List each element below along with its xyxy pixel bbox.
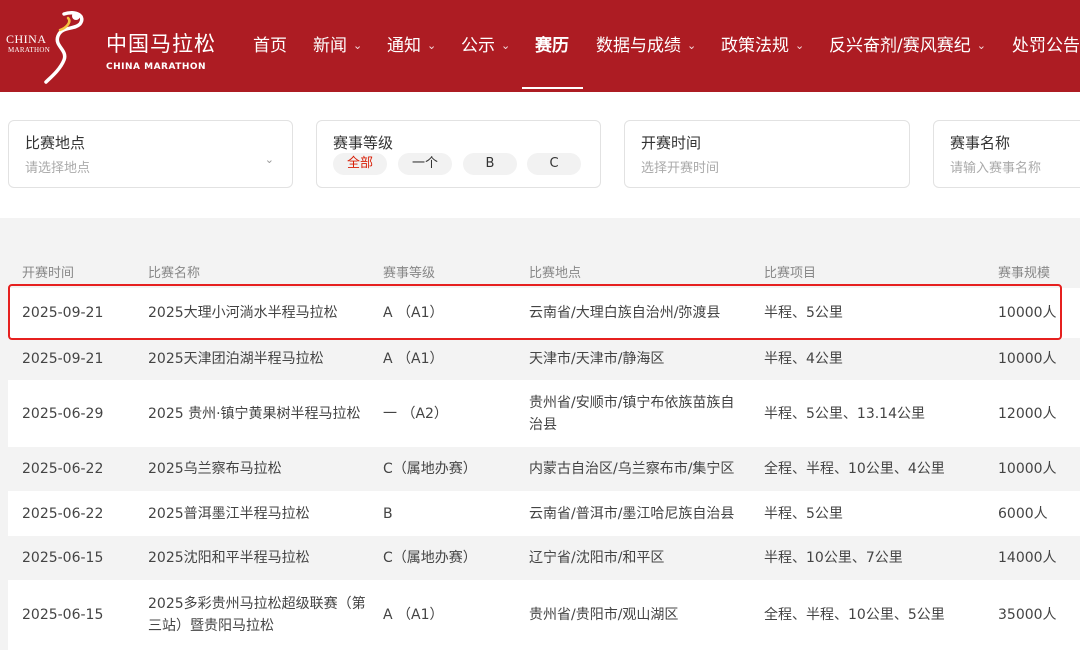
- chevron-down-icon: ⌄: [687, 39, 697, 52]
- level-chip-a[interactable]: 一个: [398, 153, 452, 175]
- cell-date: 2025-09-21: [22, 351, 104, 367]
- time-filter[interactable]: 开赛时间 选择开赛时间: [624, 120, 910, 188]
- cell-events: 半程、5公里、13.14公里: [764, 405, 925, 422]
- logo-title-en: CHINA MARATHON: [106, 62, 207, 72]
- table-row[interactable]: 2025-09-21 2025天津团泊湖半程马拉松 A （A1） 天津市/天津市/静海…: [8, 338, 1080, 380]
- cell-race-name[interactable]: 2025天津团泊湖半程马拉松: [148, 348, 370, 370]
- cell-date: 2025-06-15: [22, 607, 104, 623]
- cell-race-name[interactable]: 2025大理小河淌水半程马拉松: [148, 302, 370, 324]
- cell-level: A （A1）: [383, 351, 444, 367]
- cell-events: 全程、半程、10公里、5公里: [764, 607, 945, 623]
- cell-level: B: [383, 505, 393, 522]
- cell-date: 2025-06-22: [22, 461, 104, 477]
- cell-level: A （A1）: [383, 305, 444, 321]
- chevron-down-icon[interactable]: ⌄: [265, 153, 274, 166]
- nav-item-notice[interactable]: 通知 ⌄: [387, 31, 436, 56]
- cell-level: C（属地办赛）: [383, 461, 477, 477]
- chevron-down-icon: ⌄: [795, 39, 805, 52]
- cell-date: 2025-06-15: [22, 550, 104, 566]
- cell-level: A （A1）: [383, 607, 444, 623]
- cell-date: 2025-06-22: [22, 505, 104, 522]
- column-header-level: 赛事等级: [383, 266, 436, 281]
- cell-events: 半程、5公里: [764, 505, 843, 522]
- column-header-location: 比赛地点: [529, 266, 582, 281]
- table-row[interactable]: 2025-09-21 2025大理小河淌水半程马拉松 A （A1） 云南省/大理白族自…: [8, 288, 1080, 338]
- table-row[interactable]: 2025-06-15 2025多彩贵州马拉松超级联赛（第三站）暨贵阳马拉松 A （A…: [8, 580, 1080, 650]
- name-filter-input[interactable]: 请输入赛事名称: [950, 157, 1041, 176]
- location-filter-placeholder[interactable]: 请选择地点: [25, 157, 90, 176]
- cell-scale: 6000人: [998, 505, 1048, 522]
- cell-date: 2025-06-29: [22, 405, 104, 422]
- cell-events: 半程、4公里: [764, 351, 843, 367]
- cell-location: 云南省/普洱市/墨江哈尼族自治县: [529, 505, 735, 522]
- cell-scale: 12000人: [998, 405, 1057, 422]
- cell-location: 云南省/大理白族自治州/弥渡县: [529, 305, 721, 321]
- cell-race-name[interactable]: 2025普洱墨江半程马拉松: [148, 503, 370, 525]
- nav-item-calendar[interactable]: 赛历: [535, 31, 569, 56]
- cell-date: 2025-09-21: [22, 305, 104, 321]
- cell-level: C（属地办赛）: [383, 550, 477, 566]
- cell-scale: 10000人: [998, 351, 1057, 367]
- nav-item-anti-doping[interactable]: 反兴奋剂/赛风赛纪 ⌄: [829, 31, 986, 56]
- cell-scale: 10000人: [998, 305, 1057, 321]
- table-row[interactable]: 2025-06-15 2025沈阳和平半程马拉松 C（属地办赛） 辽宁省/沈阳市/和平…: [8, 536, 1080, 580]
- cell-location: 贵州省/贵阳市/观山湖区: [529, 607, 679, 623]
- nav-item-publicity[interactable]: 公示 ⌄: [461, 31, 510, 56]
- level-filter-label: 赛事等级: [333, 134, 394, 152]
- level-chip-b[interactable]: B: [463, 153, 517, 175]
- name-filter[interactable]: 赛事名称 请输入赛事名称: [933, 120, 1080, 188]
- level-chip-all[interactable]: 全部: [333, 153, 387, 175]
- nav-item-news[interactable]: 新闻 ⌄: [313, 31, 362, 56]
- cell-events: 半程、10公里、7公里: [764, 550, 903, 566]
- cell-scale: 35000人: [998, 607, 1057, 623]
- time-filter-placeholder[interactable]: 选择开赛时间: [641, 157, 719, 176]
- chevron-down-icon: ⌄: [501, 39, 511, 52]
- nav-item-home[interactable]: 首页: [253, 31, 287, 56]
- cell-level: 一 （A2）: [383, 405, 448, 422]
- cell-race-name[interactable]: 2025乌兰察布马拉松: [148, 458, 370, 480]
- time-filter-label: 开赛时间: [641, 134, 702, 152]
- chevron-down-icon: ⌄: [353, 39, 363, 52]
- column-header-name: 比赛名称: [148, 266, 201, 281]
- logo-title-cn: 中国马拉松: [106, 32, 216, 56]
- cell-location: 辽宁省/沈阳市/和平区: [529, 550, 665, 566]
- cell-location: 内蒙古自治区/乌兰察布市/集宁区: [529, 461, 735, 477]
- table-row[interactable]: 2025-06-22 2025普洱墨江半程马拉松 B 云南省/普洱市/墨江哈尼族自治县…: [8, 491, 1080, 536]
- table-header: 开赛时间 比赛名称 赛事等级 比赛地点 比赛项目 赛事规模: [8, 250, 1080, 288]
- column-header-events: 比赛项目: [764, 266, 817, 281]
- nav-item-data-results[interactable]: 数据与成绩 ⌄: [596, 31, 696, 56]
- cell-scale: 14000人: [998, 550, 1057, 566]
- cell-race-name[interactable]: 2025多彩贵州马拉松超级联赛（第三站）暨贵阳马拉松: [148, 593, 370, 637]
- table-row[interactable]: 2025-06-22 2025乌兰察布马拉松 C（属地办赛） 内蒙古自治区/乌兰察布市…: [8, 447, 1080, 491]
- cell-race-name[interactable]: 2025沈阳和平半程马拉松: [148, 547, 370, 569]
- filter-panel: 比赛地点 请选择地点 ⌄ 赛事等级 全部 一个 B C 开赛时间 选择开赛时间 …: [0, 92, 1080, 218]
- cell-events: 全程、半程、10公里、4公里: [764, 461, 945, 477]
- chevron-down-icon: ⌄: [976, 39, 986, 52]
- logo-mark-marathon: MARATHON: [8, 46, 51, 54]
- column-header-scale: 赛事规模: [998, 266, 1051, 281]
- cell-scale: 10000人: [998, 461, 1057, 477]
- active-nav-underline: [522, 87, 583, 89]
- location-filter-label: 比赛地点: [25, 134, 86, 152]
- cell-location: 贵州省/安顺市/镇宁布依族苗族自治县: [529, 394, 735, 433]
- logo-mark-china: CHINA: [6, 32, 47, 46]
- cell-race-name[interactable]: 2025 贵州·镇宁黄果树半程马拉松: [148, 403, 370, 425]
- cell-events: 半程、5公里: [764, 305, 843, 321]
- nav-item-policy[interactable]: 政策法规 ⌄: [721, 31, 804, 56]
- site-header: CHINA MARATHON 中国马拉松 CHINA MARATHON 首页 新…: [0, 0, 1080, 92]
- column-header-date: 开赛时间: [22, 266, 75, 281]
- chevron-down-icon: ⌄: [427, 39, 437, 52]
- nav-item-penalties[interactable]: 处罚公告: [1012, 31, 1080, 56]
- name-filter-label: 赛事名称: [950, 134, 1011, 152]
- site-logo[interactable]: CHINA MARATHON 中国马拉松 CHINA MARATHON: [6, 8, 216, 84]
- table-row[interactable]: 2025-06-29 2025 贵州·镇宁黄果树半程马拉松一 （A2） 贵州省/安顺…: [8, 380, 1080, 447]
- level-chip-c[interactable]: C: [527, 153, 581, 175]
- level-filter: 赛事等级 全部 一个 B C: [316, 120, 601, 188]
- location-filter[interactable]: 比赛地点 请选择地点 ⌄: [8, 120, 293, 188]
- cell-location: 天津市/天津市/静海区: [529, 351, 665, 367]
